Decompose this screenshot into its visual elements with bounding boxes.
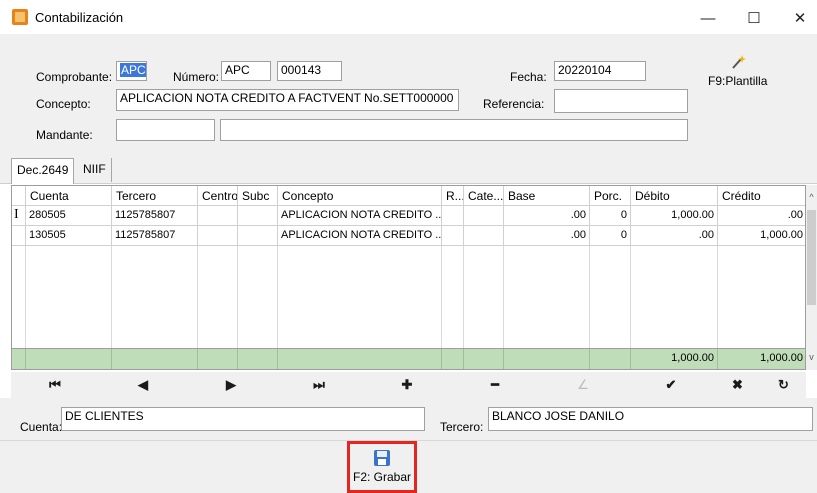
- cell-porc[interactable]: 0: [590, 206, 631, 226]
- cell-cate[interactable]: [464, 226, 504, 246]
- save-button[interactable]: F2: Grabar: [347, 441, 417, 493]
- voucher-header-form: Comprobante: APC Número: APC 000143 Fech…: [0, 34, 817, 154]
- cell-debito[interactable]: .00: [631, 226, 718, 246]
- cuenta-name-field: DE CLIENTES: [61, 407, 425, 431]
- table-row[interactable]: 130505 1125785807 APLICACION NOTA CREDIT…: [12, 226, 805, 246]
- plantilla-label: F9:Plantilla: [708, 74, 768, 88]
- header-porc[interactable]: Porc.: [590, 186, 631, 206]
- fecha-field[interactable]: 20220104: [554, 61, 646, 81]
- refresh-button[interactable]: ↻: [761, 372, 806, 398]
- cell-cuenta[interactable]: 130505: [26, 226, 112, 246]
- concepto-field[interactable]: APLICACION NOTA CREDITO A FACTVENT No.SE…: [116, 89, 459, 111]
- header-credito[interactable]: Crédito: [718, 186, 805, 206]
- header-cuenta[interactable]: Cuenta: [26, 186, 112, 206]
- floppy-disk-icon: [374, 450, 390, 466]
- cell-credito[interactable]: .00: [718, 206, 805, 226]
- numero-label: Número:: [173, 70, 220, 84]
- save-button-label: F2: Grabar: [352, 470, 412, 484]
- mandante-code-field[interactable]: [116, 119, 215, 141]
- header-base[interactable]: Base: [504, 186, 590, 206]
- cell-cuenta[interactable]: 280505: [26, 206, 112, 226]
- cell-concepto[interactable]: APLICACION NOTA CREDITO ...: [278, 226, 442, 246]
- header-tercero[interactable]: Tercero: [112, 186, 198, 206]
- cell-centro[interactable]: [198, 226, 238, 246]
- grid-totals-row: 1,000.00 1,000.00: [12, 348, 805, 369]
- first-record-button[interactable]: ⏮: [11, 372, 99, 398]
- close-button[interactable]: ✕: [777, 4, 817, 32]
- app-icon: [12, 9, 28, 25]
- tercero-name-field: BLANCO JOSE DANILO: [488, 407, 813, 431]
- fecha-label: Fecha:: [510, 70, 547, 84]
- tercero-label: Tercero:: [440, 420, 484, 434]
- maximize-button[interactable]: ☐: [731, 4, 777, 32]
- action-bar: F2: Grabar: [0, 440, 817, 493]
- cell-porc[interactable]: 0: [590, 226, 631, 246]
- plantilla-button[interactable]: F9:Plantilla: [702, 54, 772, 98]
- scroll-down-icon[interactable]: v: [806, 351, 817, 363]
- tab-niif[interactable]: NIIF: [78, 158, 112, 182]
- numero-field[interactable]: 000143: [277, 61, 342, 81]
- header-concepto[interactable]: Concepto: [278, 186, 442, 206]
- row-indicator-header: [12, 186, 26, 206]
- tab-dec2649[interactable]: Dec.2649: [11, 158, 75, 184]
- cell-concepto[interactable]: APLICACION NOTA CREDITO ...: [278, 206, 442, 226]
- cell-cate[interactable]: [464, 206, 504, 226]
- cell-centro[interactable]: [198, 206, 238, 226]
- edit-record-button[interactable]: ∠: [539, 372, 627, 398]
- entries-grid: Cuenta Tercero Centro Subc Concepto R...…: [11, 185, 806, 370]
- mandante-name-field[interactable]: [220, 119, 688, 141]
- next-record-button[interactable]: ▶: [187, 372, 275, 398]
- header-debito[interactable]: Débito: [631, 186, 718, 206]
- numero-prefix-field[interactable]: APC: [221, 61, 271, 81]
- add-record-button[interactable]: ✚: [363, 372, 451, 398]
- mandante-label: Mandante:: [36, 128, 93, 142]
- header-centro[interactable]: Centro: [198, 186, 238, 206]
- detail-info-bar: Cuenta: DE CLIENTES Tercero: BLANCO JOSE…: [0, 398, 817, 440]
- total-debito: 1,000.00: [631, 349, 718, 369]
- concepto-label: Concepto:: [36, 97, 91, 111]
- delete-record-button[interactable]: ━: [451, 372, 539, 398]
- window-title: Contabilización: [35, 10, 124, 25]
- cell-r[interactable]: [442, 206, 464, 226]
- table-row[interactable]: I 280505 1125785807 APLICACION NOTA CRED…: [12, 206, 805, 226]
- referencia-label: Referencia:: [483, 97, 545, 111]
- cell-credito[interactable]: 1,000.00: [718, 226, 805, 246]
- comprobante-label: Comprobante:: [36, 70, 113, 84]
- last-record-button[interactable]: ⏭: [275, 372, 363, 398]
- cell-subc[interactable]: [238, 226, 278, 246]
- cell-r[interactable]: [442, 226, 464, 246]
- grid-vertical-scrollbar[interactable]: ^ v: [806, 185, 817, 370]
- cell-tercero[interactable]: 1125785807: [112, 226, 198, 246]
- prev-record-button[interactable]: ◀: [99, 372, 187, 398]
- total-credito: 1,000.00: [718, 349, 805, 369]
- magic-wand-icon: [732, 55, 746, 69]
- cell-debito[interactable]: 1,000.00: [631, 206, 718, 226]
- header-subc[interactable]: Subc: [238, 186, 278, 206]
- title-bar: Contabilización — ☐ ✕: [0, 0, 817, 34]
- header-cate[interactable]: Cate...: [464, 186, 504, 206]
- scroll-thumb[interactable]: [807, 210, 816, 305]
- header-r[interactable]: R...: [442, 186, 464, 206]
- minimize-button[interactable]: —: [685, 4, 731, 32]
- comprobante-field[interactable]: APC: [116, 61, 147, 81]
- ledger-tabs: Dec.2649 NIIF: [0, 154, 817, 184]
- scroll-up-icon[interactable]: ^: [806, 191, 817, 203]
- row-indicator: [12, 226, 26, 246]
- cuenta-label: Cuenta:: [20, 420, 63, 434]
- grid-header-row: Cuenta Tercero Centro Subc Concepto R...…: [12, 186, 805, 206]
- cell-subc[interactable]: [238, 206, 278, 226]
- grid-empty-area: [12, 246, 805, 348]
- referencia-field[interactable]: [554, 89, 688, 113]
- cell-base[interactable]: .00: [504, 226, 590, 246]
- record-navigator: ⏮ ◀ ▶ ⏭ ✚ ━ ∠ ✔ ✖ ↻: [11, 372, 806, 398]
- cell-base[interactable]: .00: [504, 206, 590, 226]
- cancel-record-button[interactable]: ✖: [715, 372, 760, 398]
- post-record-button[interactable]: ✔: [627, 372, 715, 398]
- cell-tercero[interactable]: 1125785807: [112, 206, 198, 226]
- row-cursor-icon: I: [12, 206, 26, 226]
